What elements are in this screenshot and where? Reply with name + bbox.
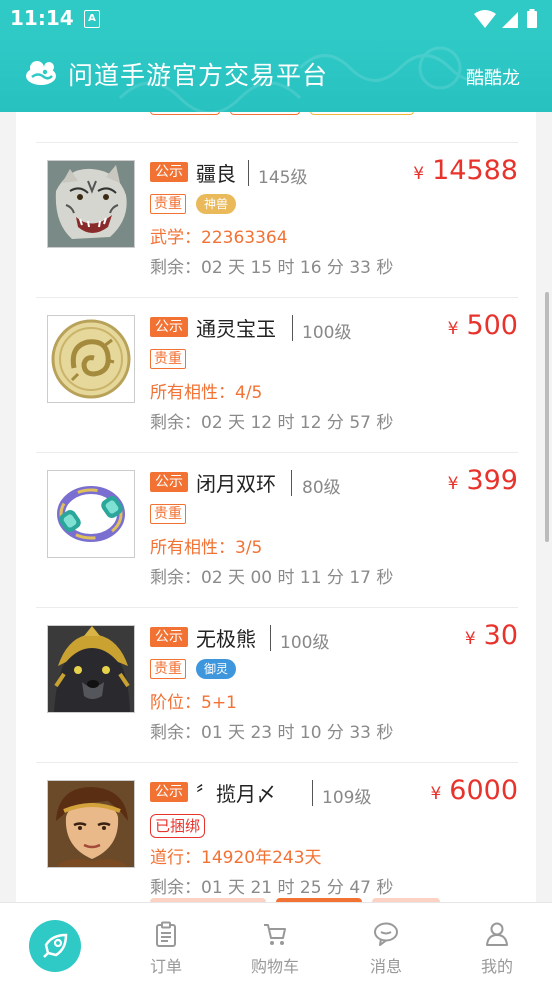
- time-remaining: 剩余：02 天 15 时 16 分 33 秒: [150, 258, 394, 278]
- item-price: ¥14588: [413, 155, 518, 186]
- currency-symbol: ¥: [430, 784, 442, 804]
- user-icon: [486, 922, 508, 946]
- nav-profile[interactable]: 我的: [452, 921, 542, 977]
- item-attribute: 阶位：5+1: [150, 693, 237, 713]
- rare-badge: 贵重: [150, 194, 186, 214]
- home-button[interactable]: [29, 920, 81, 972]
- currency-symbol: ¥: [413, 164, 425, 184]
- signal-icon: [502, 12, 518, 28]
- list-item[interactable]: 公示 闭月双环 80级 ¥399 贵重 所有相性：3/5 剩余：02 天 00 …: [36, 452, 518, 608]
- bottom-nav: 订单 购物车 消息 我的: [0, 902, 552, 984]
- item-thumbnail[interactable]: [47, 315, 135, 403]
- spirit-badge: 御灵: [196, 659, 237, 679]
- public-tag: 公示: [150, 317, 188, 337]
- item-price: ¥399: [448, 465, 518, 496]
- nav-profile-label: 我的: [480, 957, 513, 976]
- scrollbar[interactable]: [545, 292, 549, 542]
- jade-pendant-icon: [48, 316, 134, 402]
- item-attribute: 道行：14920年243天: [150, 848, 322, 868]
- white-tiger-beast-icon: [48, 161, 134, 247]
- item-attribute: 所有相性：4/5: [150, 383, 263, 403]
- list-item[interactable]: 公示 疆良 145级 ¥14588 贵重 神兽 武学：22363364 剩余：0…: [36, 142, 518, 298]
- name-level-divider: [312, 780, 313, 806]
- rocket-icon: [43, 933, 68, 958]
- price-amount: 500: [466, 310, 518, 341]
- public-tag: 公示: [150, 162, 188, 182]
- rare-badge: 贵重: [150, 349, 186, 369]
- list-item[interactable]: 公示 无极熊 100级 ¥30 贵重 御灵 阶位：5+1 剩余：01 天 23 …: [36, 607, 518, 763]
- name-level-divider: [291, 470, 292, 496]
- item-level: 145级: [258, 168, 308, 188]
- nav-orders-label: 订单: [149, 957, 182, 976]
- rare-badge: 贵重: [150, 659, 186, 679]
- item-name: 疆良: [196, 162, 236, 186]
- nav-messages-label: 消息: [369, 957, 402, 976]
- status-bar: 11:14 A: [0, 0, 552, 38]
- item-name: 无极熊: [196, 627, 256, 651]
- logo-icon: [26, 61, 56, 85]
- currency-symbol: ¥: [447, 474, 459, 494]
- price-amount: 399: [466, 465, 518, 496]
- item-level: 109级: [322, 788, 372, 808]
- item-level: 100级: [302, 323, 352, 343]
- price-amount: 6000: [449, 775, 518, 806]
- price-amount: 14588: [432, 155, 518, 186]
- cart-icon: [264, 924, 286, 945]
- public-tag: 公示: [150, 472, 188, 492]
- price-amount: 30: [483, 620, 518, 651]
- nav-messages[interactable]: 消息: [341, 921, 431, 977]
- time-remaining: 剩余：02 天 12 时 12 分 57 秒: [150, 413, 394, 433]
- nav-orders[interactable]: 订单: [121, 921, 211, 977]
- item-price: ¥6000: [430, 775, 518, 806]
- item-thumbnail[interactable]: [47, 160, 135, 248]
- nav-cart[interactable]: 购物车: [230, 921, 320, 977]
- time-remaining: 剩余：02 天 00 时 11 分 17 秒: [150, 568, 394, 588]
- public-tag: 公示: [150, 782, 188, 802]
- nav-cart-label: 购物车: [250, 957, 299, 976]
- item-attribute: 所有相性：3/5: [150, 538, 263, 558]
- double-ring-icon: [48, 471, 134, 557]
- currency-symbol: ¥: [464, 629, 476, 649]
- character-portrait-icon: [48, 781, 134, 867]
- armored-bear-icon: [48, 626, 134, 712]
- currency-symbol: ¥: [447, 319, 459, 339]
- wifi-icon: [474, 10, 496, 28]
- item-name: 〞揽月〆: [196, 782, 276, 806]
- name-level-divider: [270, 625, 271, 651]
- item-attribute: 武学：22363364: [150, 228, 288, 248]
- divine-beast-badge: 神兽: [196, 194, 237, 214]
- clock: 11:14: [10, 6, 74, 30]
- clipboard-icon: [156, 921, 176, 947]
- time-remaining: 剩余：01 天 23 时 10 分 33 秒: [150, 723, 394, 743]
- bound-badge: 已捆绑: [150, 814, 206, 838]
- rare-badge: 贵重: [150, 504, 186, 524]
- time-remaining: 剩余：01 天 21 时 25 分 47 秒: [150, 878, 394, 898]
- item-price: ¥500: [448, 310, 518, 341]
- item-level: 80级: [302, 478, 341, 498]
- page-title: 问道手游官方交易平台: [68, 61, 329, 90]
- item-thumbnail[interactable]: [47, 780, 135, 868]
- item-price: ¥30: [465, 620, 518, 651]
- name-level-divider: [292, 315, 293, 341]
- item-thumbnail[interactable]: [47, 625, 135, 713]
- item-level: 100级: [280, 633, 330, 653]
- list-item[interactable]: 公示 〞揽月〆 109级 ¥6000 已捆绑 道行：14920年243天 剩余：…: [36, 762, 518, 902]
- listing-list[interactable]: 公示 疆良 145级 ¥14588 贵重 神兽 武学：22363364 剩余：0…: [16, 112, 536, 902]
- system-status-icons: [474, 9, 537, 28]
- notification-icon: A: [84, 10, 100, 28]
- public-tag: 公示: [150, 627, 188, 647]
- item-name: 闭月双环: [196, 472, 276, 496]
- app-header: 问道手游官方交易平台 酷酷龙: [0, 38, 552, 112]
- name-level-divider: [248, 160, 249, 186]
- username-link[interactable]: 酷酷龙: [466, 64, 520, 90]
- item-thumbnail[interactable]: [47, 470, 135, 558]
- item-name: 通灵宝玉: [196, 317, 276, 341]
- battery-icon: [527, 11, 537, 28]
- chat-bubble-icon: [374, 922, 398, 946]
- list-item[interactable]: 公示 通灵宝玉 100级 ¥500 贵重 所有相性：4/5 剩余：02 天 12…: [36, 297, 518, 453]
